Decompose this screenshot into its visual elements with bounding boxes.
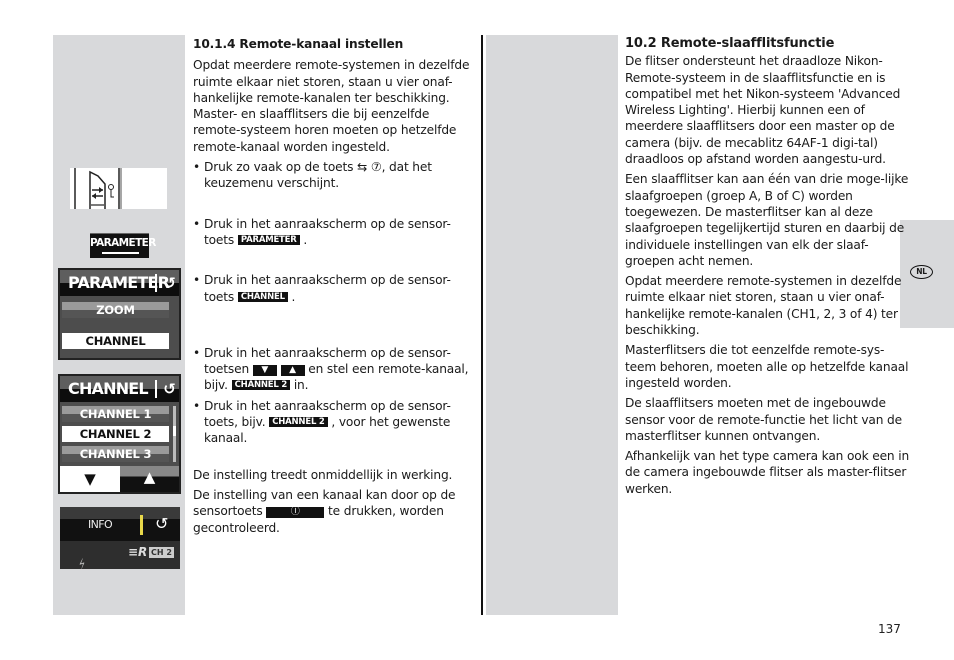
- back-icon[interactable]: ↺: [155, 514, 168, 533]
- parameter-sensor-key[interactable]: PARAMETER: [90, 233, 156, 258]
- section-heading: 10.1.4 Remote-kanaal instellen: [193, 37, 404, 51]
- right-text-column: 10.2 Remote-slaafflitsfunctie De flitser…: [625, 36, 910, 501]
- channel-scrollbar[interactable]: [173, 406, 176, 462]
- channel-2-chip: CHANNEL 2: [269, 417, 328, 428]
- step-text: .: [287, 289, 296, 304]
- page-number: 137: [878, 622, 901, 636]
- paragraph: De flitser ondersteunt het draadloze Nik…: [625, 54, 901, 167]
- parameter-key-underline: [102, 252, 139, 254]
- back-icon[interactable]: ↺: [163, 376, 176, 402]
- channel-chip: CHANNEL: [237, 291, 288, 302]
- paragraph: De slaafflitsers moeten met de ingebouwd…: [625, 396, 902, 443]
- step-text: in.: [290, 378, 309, 393]
- mode-switch-key-icon: [70, 168, 167, 209]
- paragraph: Masterflitsers die tot eenzelfde remote-…: [625, 343, 909, 390]
- menu-item-zoom[interactable]: ZOOM: [62, 302, 169, 318]
- parameter-chip: PARAMETER: [237, 234, 300, 245]
- channel-screen-header: CHANNEL ↺: [60, 376, 179, 402]
- separator-bar: [140, 515, 143, 535]
- step-5: Druk in het aanraakscherm op de sensor-t…: [193, 398, 478, 447]
- header-separator: [155, 380, 157, 398]
- scroll-down-button[interactable]: ▼: [60, 466, 120, 492]
- check-paragraph: De instelling van een kanaal kan door op…: [193, 487, 478, 536]
- channel-badge: CH 2: [149, 547, 174, 558]
- middle-margin-panel: [486, 35, 618, 615]
- language-badge: NL: [910, 265, 933, 279]
- step-4: Druk in het aanraakscherm op de sensor-t…: [193, 345, 478, 394]
- step-1: Druk zo vaak op de toets ⇆ ⑦, dat het ke…: [193, 159, 478, 192]
- section-heading: 10.2 Remote-slaafflitsfunctie: [625, 36, 835, 51]
- step-3: Druk in het aanraakscherm op de sensor-t…: [193, 272, 478, 305]
- paragraph: Een slaafflitser kan aan één van drie mo…: [625, 172, 909, 268]
- menu-item-channel-2[interactable]: CHANNEL 2: [62, 426, 169, 442]
- info-display-screen: INFO ↺ ≡R CH 2 ⚡: [60, 507, 180, 569]
- flash-icon: ⚡: [75, 555, 90, 569]
- paragraph: Opdat meerdere remote-systemen in dezelf…: [625, 274, 902, 338]
- effect-paragraph: De instelling treedt onmiddellijk in wer…: [193, 467, 453, 482]
- step-text: Druk zo vaak op de toets: [204, 160, 358, 175]
- menu-item-channel-1[interactable]: CHANNEL 1: [62, 406, 169, 422]
- step-text: .: [299, 232, 308, 247]
- up-arrow-chip: ▲: [280, 365, 305, 377]
- channel-menu-screen: CHANNEL ↺ CHANNEL 1 CHANNEL 2 CHANNEL 3 …: [58, 374, 181, 494]
- scrollbar-thumb[interactable]: [173, 426, 176, 436]
- intro-paragraph: Opdat meerdere remote-systemen in dezelf…: [193, 58, 470, 154]
- screen-title: PARAMETER: [68, 273, 170, 292]
- info-key-chip: Ⓘ: [266, 507, 325, 519]
- channel-2-chip: CHANNEL 2: [231, 380, 291, 391]
- paragraph: Afhankelijk van het type camera kan ook …: [625, 449, 910, 496]
- menu-item-channel[interactable]: CHANNEL: [62, 333, 169, 349]
- left-text-column: 10.1.4 Remote-kanaal instellen Opdat mee…: [193, 36, 478, 540]
- down-arrow-chip: ▼: [252, 365, 277, 377]
- header-separator: [155, 274, 157, 292]
- menu-item-channel-3[interactable]: CHANNEL 3: [62, 446, 169, 462]
- remote-indicator-icon: ≡R: [128, 545, 148, 559]
- screen-title: CHANNEL: [68, 379, 149, 398]
- parameter-key-label: PARAMETER: [90, 237, 156, 249]
- scroll-up-button[interactable]: ▲: [120, 466, 179, 492]
- back-icon[interactable]: ↺: [163, 270, 176, 296]
- parameter-menu-screen: PARAMETER ↺ ZOOM CHANNEL: [58, 268, 181, 360]
- info-button[interactable]: INFO: [88, 518, 113, 531]
- step-2: Druk in het aanraakscherm op de sensor-t…: [193, 216, 478, 249]
- column-divider: [481, 35, 483, 615]
- mode-key-symbol: ⇆ ⑦: [357, 160, 382, 175]
- parameter-screen-header: PARAMETER ↺: [60, 270, 179, 296]
